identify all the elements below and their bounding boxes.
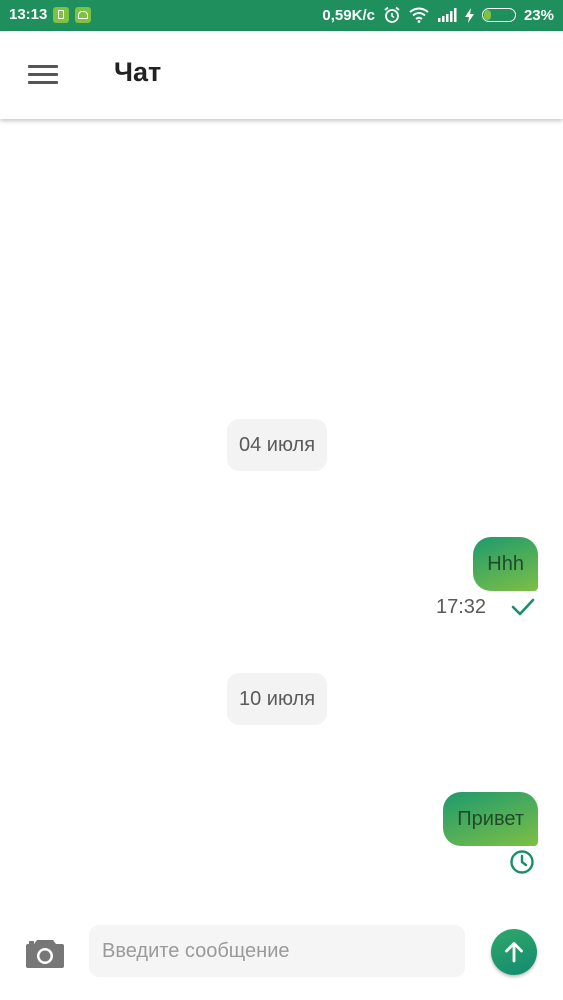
- message-time: 17:32: [436, 596, 487, 618]
- battery-level-fill: [483, 10, 492, 20]
- message-bubble[interactable]: Привет: [443, 792, 538, 846]
- checkmark-icon: [511, 598, 535, 616]
- date-separator: 10 июля: [227, 673, 328, 725]
- date-separator: 04 июля: [227, 419, 328, 471]
- android-icon: [75, 6, 92, 23]
- arrow-up-icon: [505, 942, 523, 963]
- page-title: Чат: [114, 57, 162, 87]
- message-bubble[interactable]: Hhh: [473, 537, 538, 591]
- message-input[interactable]: [89, 925, 465, 977]
- app-bar: Чат: [0, 31, 563, 119]
- wifi-icon: [409, 7, 429, 23]
- hamburger-menu-icon[interactable]: [22, 59, 64, 91]
- network-speed: 0,59K/c: [322, 6, 375, 24]
- alarm-icon: [384, 6, 400, 23]
- charging-icon: [464, 7, 474, 23]
- signal-icon: [437, 8, 457, 22]
- battery-icon: [481, 8, 516, 22]
- status-time: 13:13: [9, 6, 48, 23]
- camera-icon[interactable]: [25, 937, 65, 969]
- send-button[interactable]: [491, 929, 537, 975]
- battery-percent: 23%: [523, 6, 554, 24]
- sim-icon: [53, 6, 70, 23]
- status-bar: 13:13 0,59K/c 23%: [0, 0, 563, 31]
- clock-icon: [510, 850, 534, 874]
